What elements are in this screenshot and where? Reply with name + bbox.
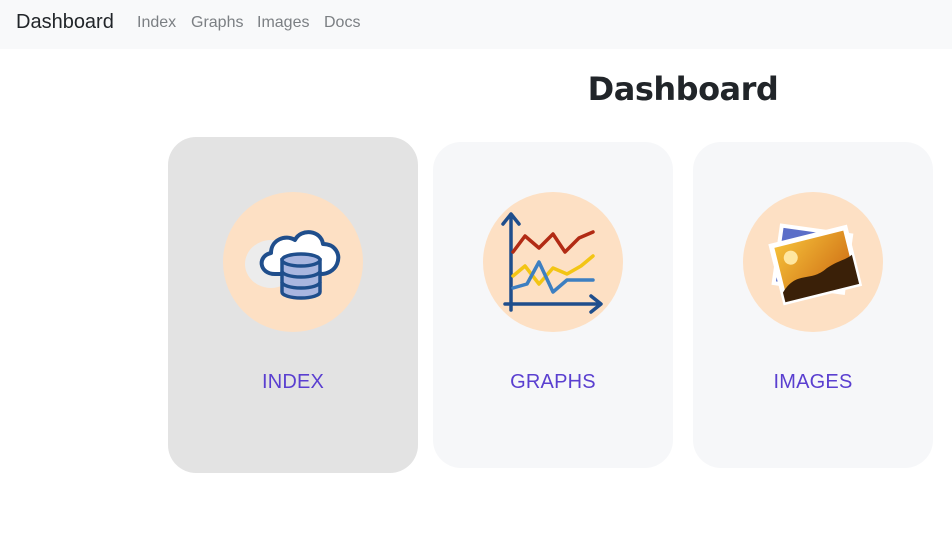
- nav-link-docs[interactable]: Docs: [324, 14, 360, 32]
- navbar-brand[interactable]: Dashboard: [16, 11, 114, 34]
- photos-icon: [768, 223, 863, 306]
- icon-circle: [483, 192, 623, 332]
- icon-circle: [743, 192, 883, 332]
- card-graphs[interactable]: GRAPHS: [433, 142, 673, 468]
- line-chart-icon: [501, 212, 603, 314]
- page-title: Dashboard: [587, 70, 779, 108]
- nav-link-graphs[interactable]: Graphs: [191, 14, 243, 32]
- nav-link-index[interactable]: Index: [137, 14, 176, 32]
- card-index[interactable]: INDEX: [168, 137, 418, 473]
- card-images[interactable]: IMAGES: [693, 142, 933, 468]
- icon-circle: [223, 192, 363, 332]
- cloud-database-icon: [245, 230, 341, 300]
- card-label-images[interactable]: IMAGES: [693, 371, 933, 394]
- card-label-graphs[interactable]: GRAPHS: [433, 371, 673, 394]
- nav-link-images[interactable]: Images: [257, 14, 309, 32]
- card-label-index[interactable]: INDEX: [168, 371, 418, 394]
- navbar: Dashboard Index Graphs Images Docs: [0, 0, 952, 49]
